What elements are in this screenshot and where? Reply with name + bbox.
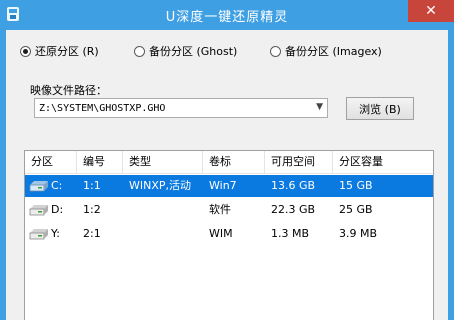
cell-capacity: 25 GB [339, 203, 373, 216]
column-header[interactable]: 可用空间 [265, 151, 333, 173]
image-path-select[interactable]: Z:\SYSTEM\GHOSTXP.GHO ▼ [34, 98, 328, 118]
hard-disk-icon [29, 205, 48, 216]
radio-label-backup-imagex: 备份分区 (Imagex) [285, 45, 382, 58]
close-button[interactable]: ✕ [408, 0, 454, 22]
table-header: 分区 编号 类型 卷标 可用空间 分区容量 [25, 151, 433, 174]
hard-disk-icon [29, 229, 48, 240]
cell-drive: C: [51, 179, 63, 192]
radio-label-backup-ghost: 备份分区 (Ghost) [149, 45, 238, 58]
radio-backup-ghost[interactable]: 备份分区 (Ghost) [134, 43, 237, 59]
radio-button[interactable] [270, 45, 281, 57]
radio-button[interactable] [20, 45, 31, 57]
table-row[interactable]: C: 1:1 WINXP,活动 Win7 13.6 GB 15 GB [25, 175, 433, 197]
cell-free-space: 13.6 GB [271, 179, 316, 192]
cell-type [123, 199, 203, 221]
cell-free-space: 22.3 GB [271, 203, 316, 216]
image-path-value: Z:\SYSTEM\GHOSTXP.GHO [39, 102, 166, 114]
cell-free-space: 1.3 MB [271, 227, 310, 240]
main-panel: 还原分区 (R) 备份分区 (Ghost) 备份分区 (Imagex) 映像文件… [6, 30, 448, 320]
radio-backup-imagex[interactable]: 备份分区 (Imagex) [270, 43, 382, 59]
cell-drive: D: [51, 203, 64, 216]
cell-type [123, 223, 203, 245]
cell-volume: Win7 [209, 179, 237, 192]
table-row[interactable]: D: 1:2 软件 22.3 GB 25 GB [25, 199, 433, 221]
radio-restore-partition[interactable]: 还原分区 (R) [20, 43, 99, 59]
cell-number: 2:1 [83, 227, 101, 240]
cell-type: WINXP,活动 [129, 179, 192, 192]
cell-volume: 软件 [209, 203, 231, 216]
column-header[interactable]: 分区 [25, 151, 77, 173]
cell-capacity: 15 GB [339, 179, 373, 192]
column-header[interactable]: 分区容量 [333, 151, 433, 173]
column-header[interactable]: 编号 [77, 151, 123, 173]
cell-number: 1:2 [83, 203, 101, 216]
browse-button[interactable]: 浏览 (B) [346, 97, 414, 120]
title-bar: U深度一键还原精灵 ✕ [0, 0, 454, 28]
partition-table: 分区 编号 类型 卷标 可用空间 分区容量 C: 1:1 WINXP,活动 Wi… [24, 150, 434, 320]
cell-capacity: 3.9 MB [339, 227, 378, 240]
window-title: U深度一键还原精灵 [165, 10, 289, 25]
cell-number: 1:1 [83, 179, 101, 192]
close-icon: ✕ [425, 3, 437, 19]
hard-disk-icon [29, 181, 48, 192]
image-path-label: 映像文件路径： [30, 84, 107, 97]
table-row[interactable]: Y: 2:1 WIM 1.3 MB 3.9 MB [25, 223, 433, 245]
cell-drive: Y: [51, 227, 60, 240]
column-header[interactable]: 类型 [123, 151, 203, 173]
radio-button[interactable] [134, 45, 145, 57]
radio-label-restore: 还原分区 (R) [35, 45, 99, 58]
cell-volume: WIM [209, 227, 233, 240]
chevron-down-icon[interactable]: ▼ [316, 102, 323, 112]
column-header[interactable]: 卷标 [203, 151, 265, 173]
